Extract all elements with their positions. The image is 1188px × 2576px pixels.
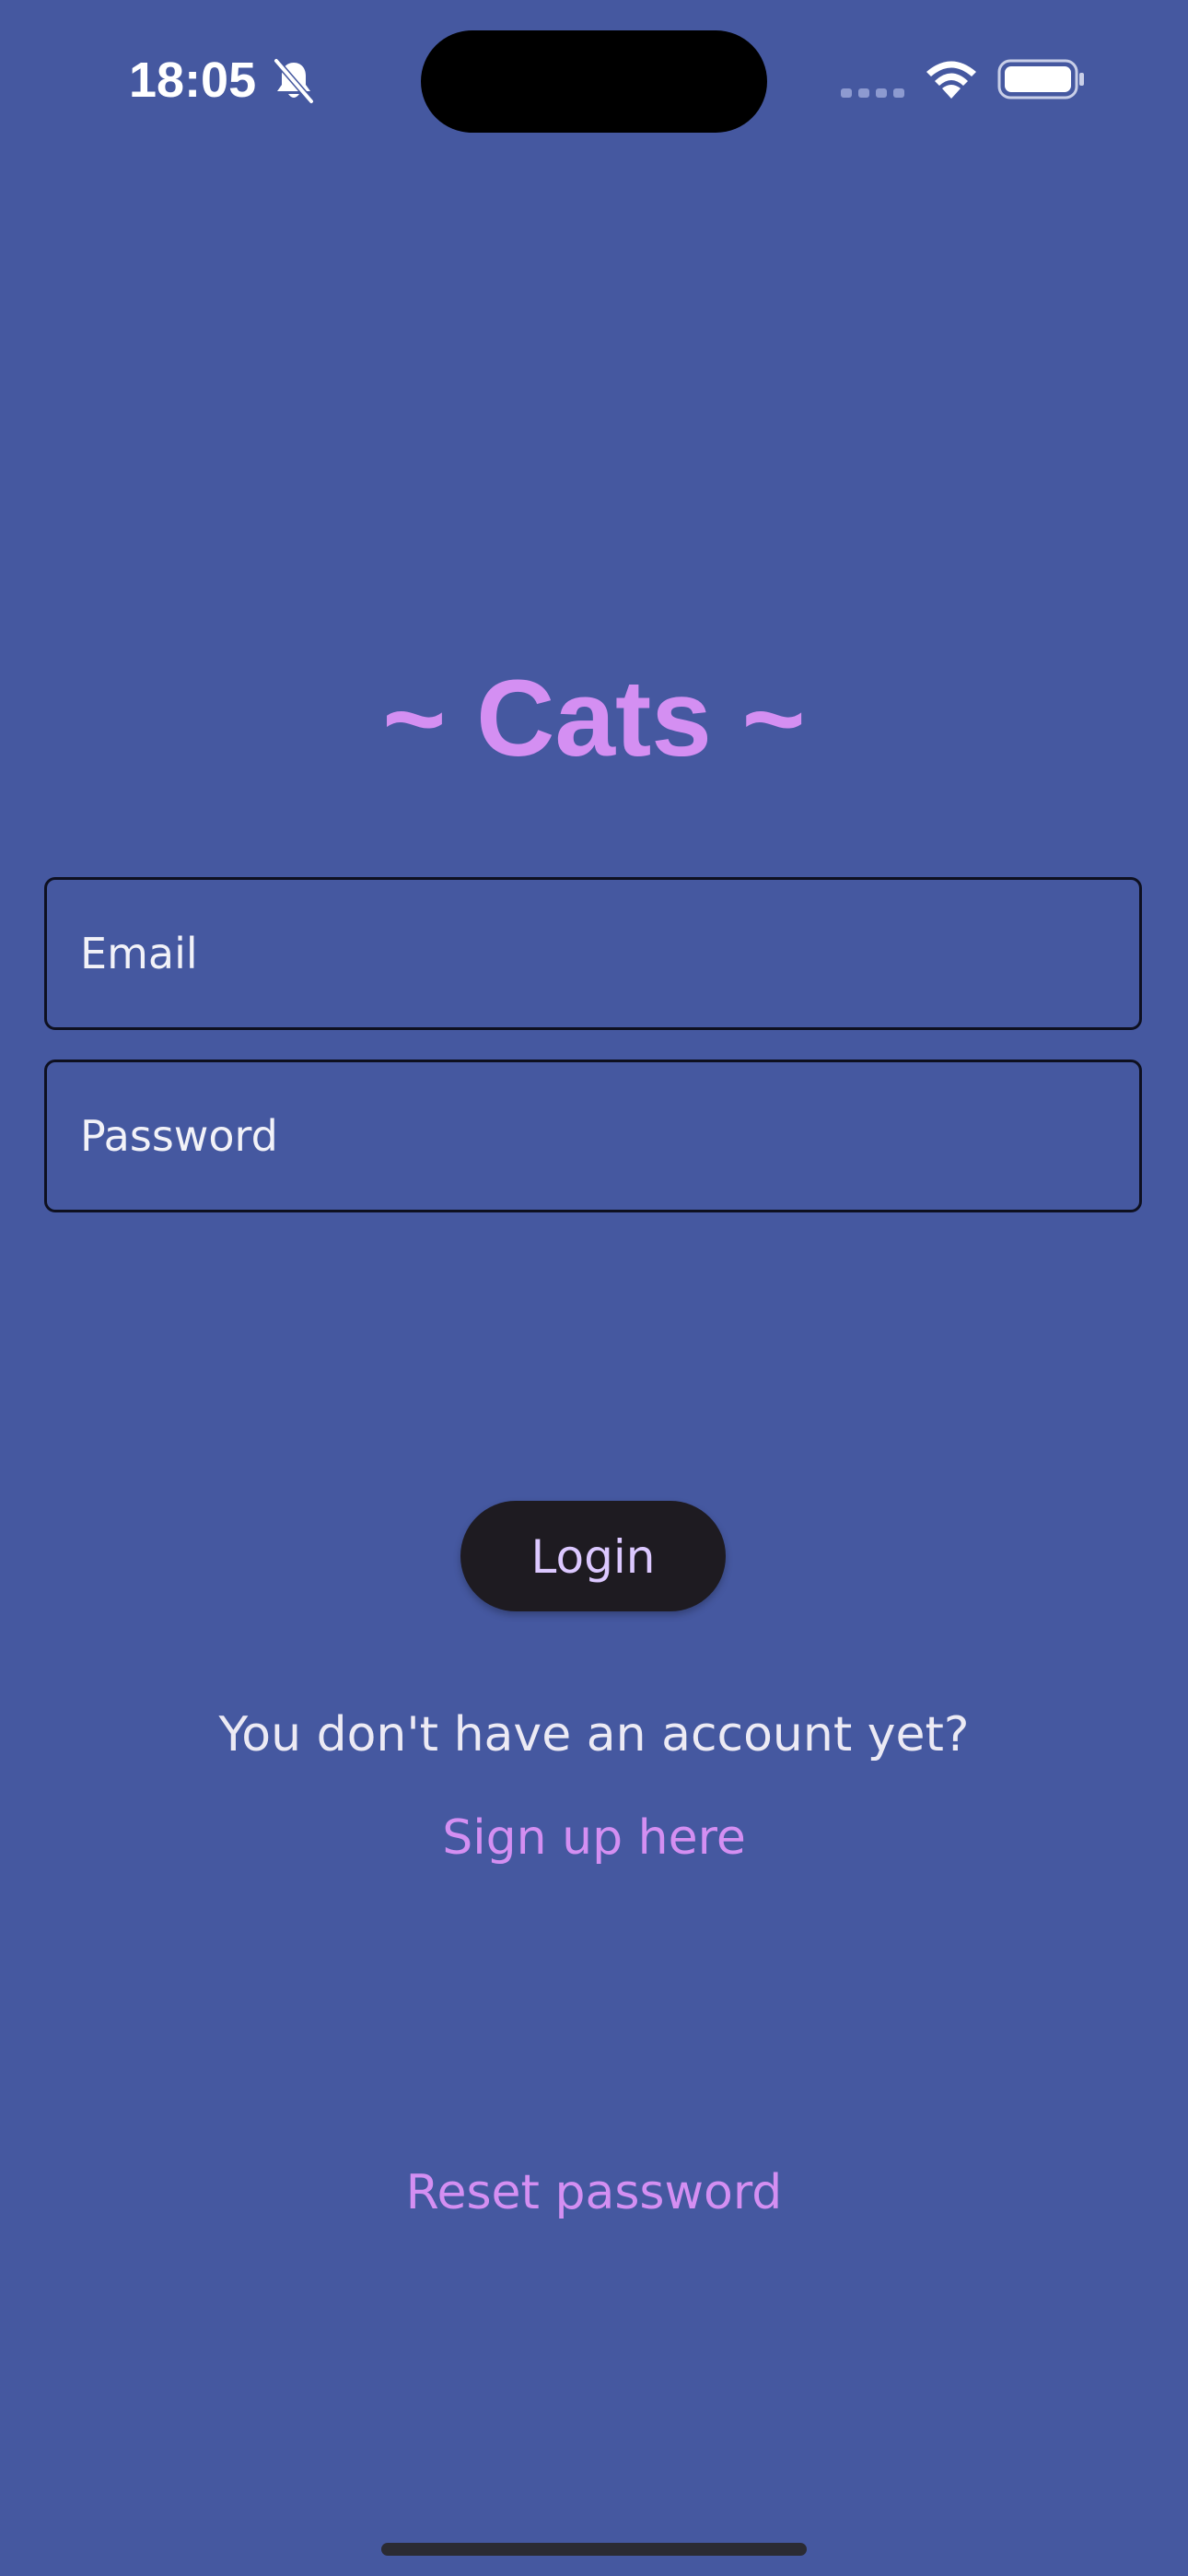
bell-slash-icon <box>273 57 315 105</box>
reset-password-link[interactable]: Reset password <box>0 2160 1188 2225</box>
signup-link[interactable]: Sign up here <box>0 1806 1188 1870</box>
status-time: 18:05 <box>129 53 257 108</box>
password-field-container <box>44 1060 1142 1212</box>
email-input[interactable] <box>47 880 1139 1027</box>
email-field-container <box>44 877 1142 1030</box>
app-title: ~ Cats ~ <box>382 658 806 779</box>
password-input[interactable] <box>47 1062 1139 1210</box>
status-bar: 18:05 <box>0 0 1188 157</box>
home-indicator[interactable] <box>381 2543 807 2556</box>
wifi-icon <box>926 61 976 99</box>
dynamic-island <box>421 30 767 133</box>
login-button[interactable]: Login <box>460 1501 726 1611</box>
battery-icon <box>997 59 1084 100</box>
cellular-signal-icon <box>841 88 904 98</box>
no-account-prompt: You don't have an account yet? <box>218 1707 970 1762</box>
